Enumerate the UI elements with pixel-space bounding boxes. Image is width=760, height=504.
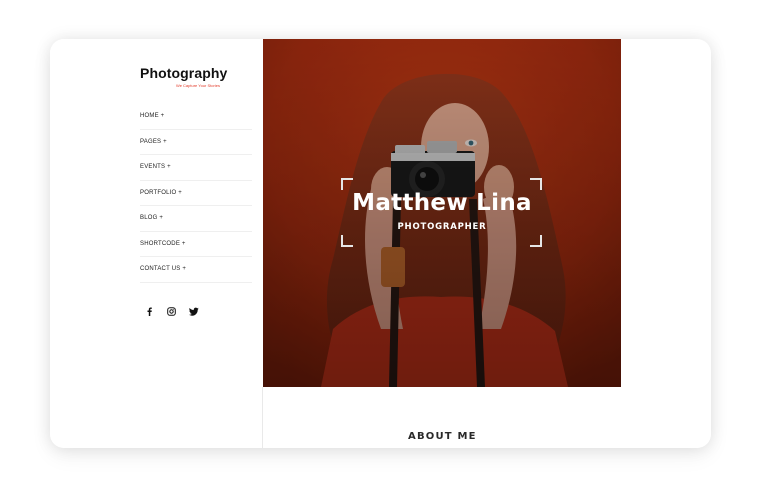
nav-item-pages[interactable]: PAGES +	[140, 130, 252, 155]
hero-name: Matthew Lina	[352, 190, 532, 216]
nav-item-home[interactable]: HOME +	[140, 104, 252, 130]
hero-role: PHOTOGRAPHER	[397, 222, 487, 232]
about-section: ABOUT ME	[263, 387, 711, 448]
facebook-icon[interactable]	[144, 306, 155, 317]
hero-banner: Matthew Lina PHOTOGRAPHER	[263, 39, 621, 387]
nav-item-contact-us[interactable]: CONTACT US +	[140, 257, 252, 283]
instagram-icon[interactable]	[166, 306, 177, 317]
nav-item-blog[interactable]: BLOG +	[140, 206, 252, 232]
sidebar: Photography We Capture Your Stories HOME…	[50, 39, 262, 448]
nav-item-portfolio[interactable]: PORTFOLIO +	[140, 181, 252, 206]
main-nav: HOME + PAGES + EVENTS + PORTFOLIO + BLOG…	[140, 104, 252, 283]
nav-item-shortcode[interactable]: SHORTCODE +	[140, 232, 252, 257]
about-heading: ABOUT ME	[408, 431, 477, 442]
nav-item-events[interactable]: EVENTS +	[140, 155, 252, 181]
page-card: Photography We Capture Your Stories HOME…	[50, 39, 711, 448]
brand[interactable]: Photography We Capture Your Stories	[140, 65, 227, 88]
site-title[interactable]: Photography	[140, 65, 227, 81]
site-tagline: We Capture Your Stories	[176, 83, 220, 88]
social-links	[144, 306, 199, 317]
twitter-icon[interactable]	[188, 306, 199, 317]
